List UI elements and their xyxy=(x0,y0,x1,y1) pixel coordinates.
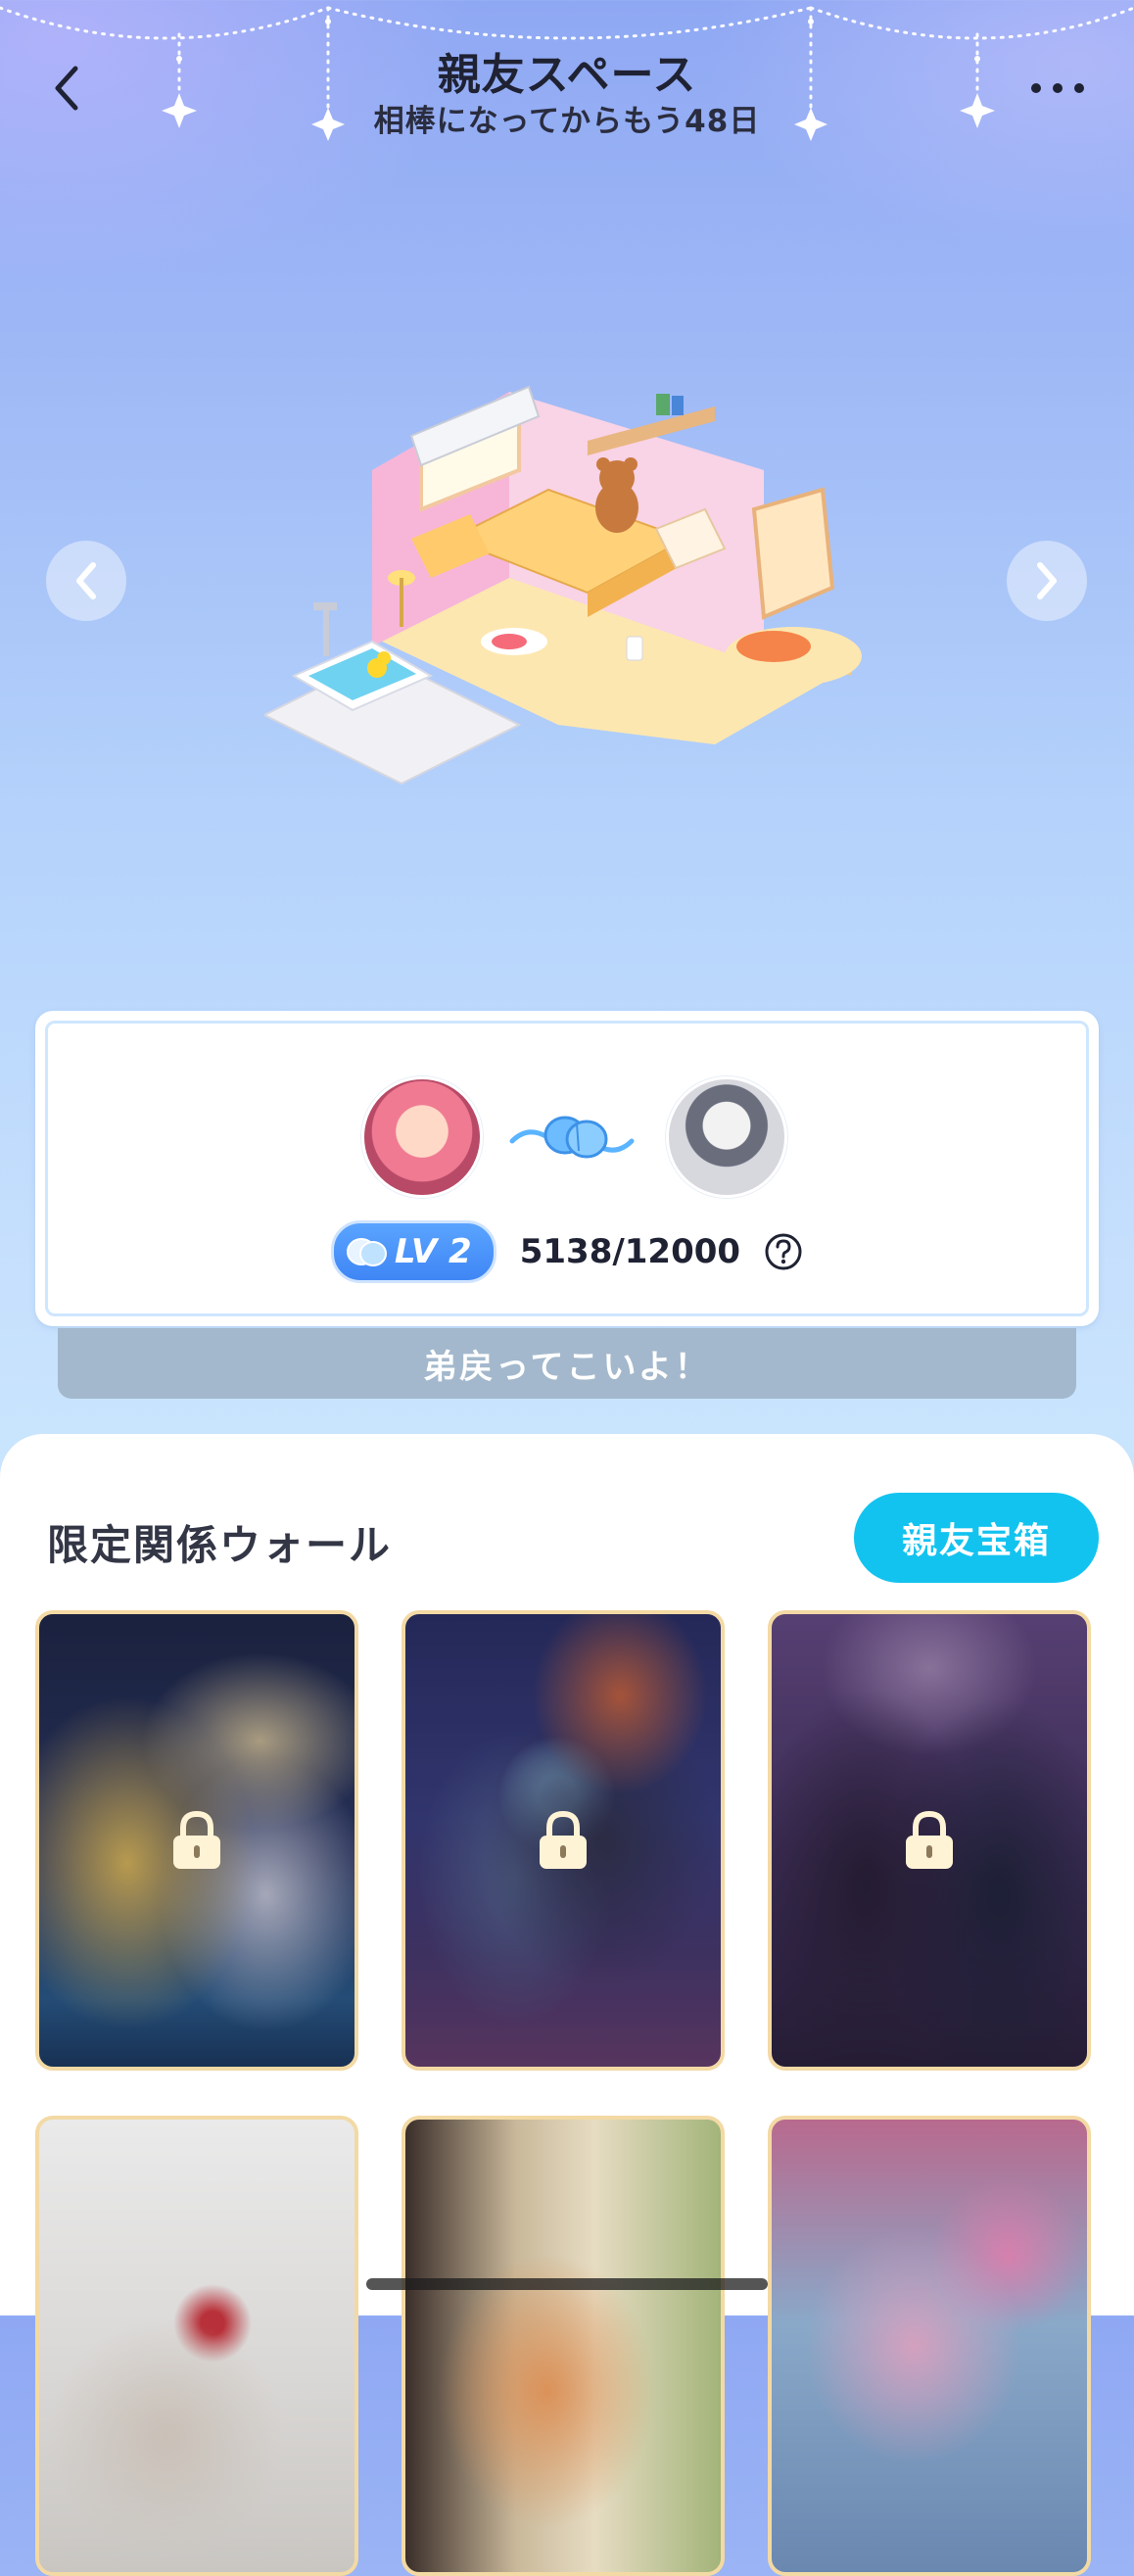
room-next-button[interactable] xyxy=(1007,541,1087,621)
wall-card[interactable] xyxy=(402,1610,725,2071)
level-row: LV 2 5138/12000 xyxy=(48,1220,1086,1283)
chevron-left-icon xyxy=(76,562,96,599)
xp-progress-text: 5138/12000 xyxy=(519,1232,741,1271)
lock-icon xyxy=(173,1810,220,1869)
more-options-button[interactable] xyxy=(1022,69,1093,108)
home-indicator[interactable] xyxy=(366,2278,768,2290)
exclusive-wall-section: 限定関係ウォール 親友宝箱 xyxy=(0,1434,1134,2576)
wall-card[interactable] xyxy=(35,2116,358,2576)
chevron-right-icon xyxy=(1037,562,1057,599)
lock-icon xyxy=(540,1810,587,1869)
friend-chest-button[interactable]: 親友宝箱 xyxy=(854,1493,1099,1583)
question-circle-icon[interactable] xyxy=(764,1232,803,1271)
bedroom-illustration xyxy=(264,385,862,786)
wall-card[interactable] xyxy=(35,1610,358,2071)
partner-avatar[interactable] xyxy=(666,1076,787,1198)
bond-level-card-inner: LV 2 5138/12000 xyxy=(45,1021,1089,1316)
fist-bump-icon xyxy=(346,1238,387,1266)
bond-message: 弟戻ってこいよ！ xyxy=(58,1328,1076,1399)
wall-card[interactable] xyxy=(768,1610,1091,2071)
my-avatar[interactable] xyxy=(361,1076,483,1198)
more-dots-icon xyxy=(1031,83,1084,93)
level-badge: LV 2 xyxy=(330,1220,496,1283)
wall-card[interactable] xyxy=(768,2116,1091,2576)
level-label: LV 2 xyxy=(394,1232,472,1271)
fist-bump-icon xyxy=(509,1116,635,1159)
bond-level-card: LV 2 5138/12000 xyxy=(35,1011,1099,1326)
section-title: 限定関係ウォール xyxy=(47,1521,393,1569)
page-title: 親友スペース xyxy=(437,50,697,100)
header: 親友スペース 相棒になってからもう48日 xyxy=(0,0,1134,147)
partner-days-subtitle: 相棒になってからもう48日 xyxy=(373,104,761,139)
wall-card[interactable] xyxy=(402,2116,725,2576)
lock-icon xyxy=(906,1810,953,1869)
room-prev-button[interactable] xyxy=(46,541,126,621)
